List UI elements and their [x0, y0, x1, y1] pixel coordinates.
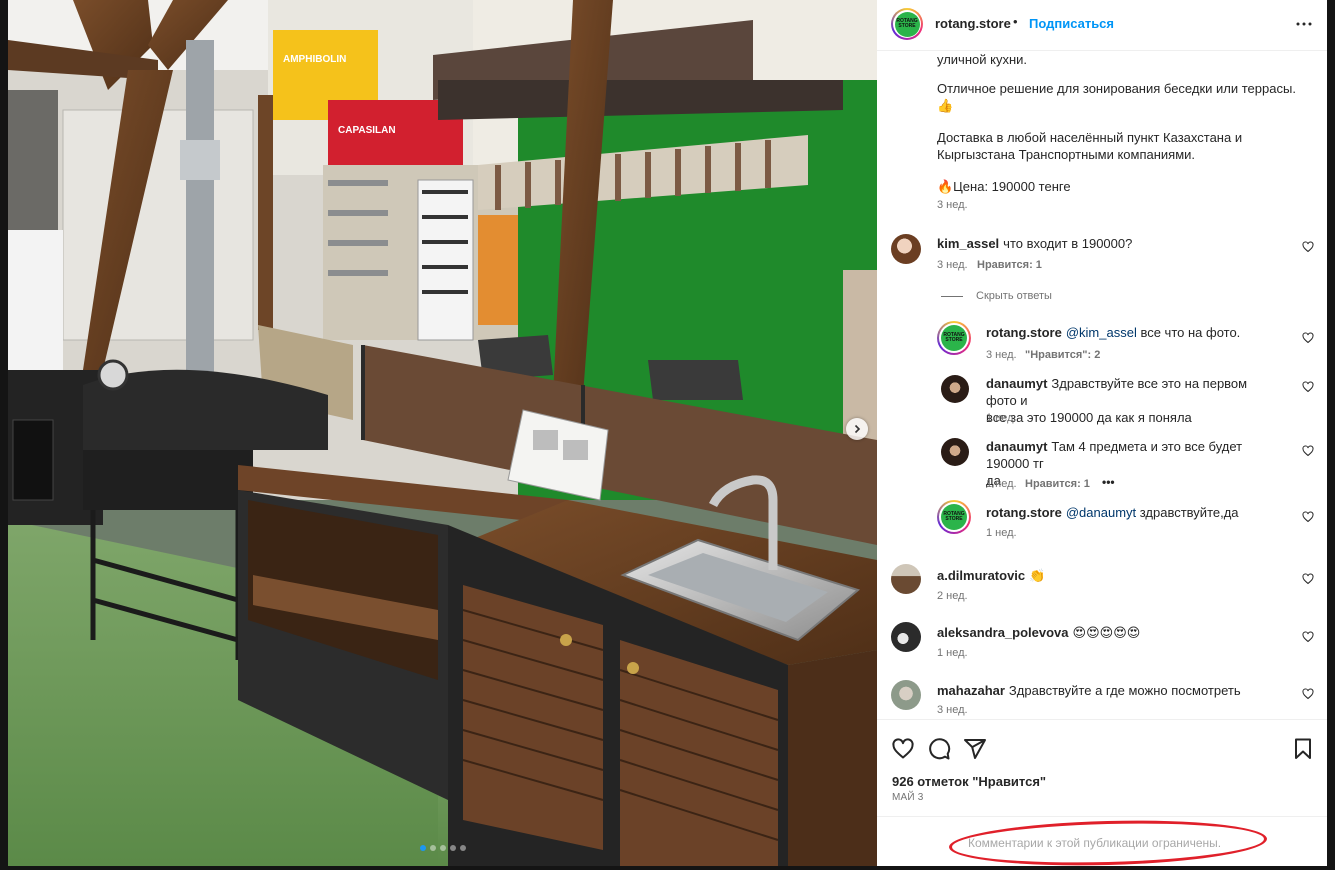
- comment-body: 😍😍😍😍😍: [1072, 625, 1141, 640]
- likes-count[interactable]: 926 отметок "Нравится": [892, 774, 1046, 789]
- avatar[interactable]: [891, 680, 921, 710]
- caption-line: 👍: [937, 98, 954, 113]
- reply-text: danaumyt Здравствуйте все это на первом ф…: [986, 375, 1276, 426]
- reply-text: rotang.store @danaumyt здравствуйте,да: [986, 504, 1239, 521]
- comment-text: kim_assel что входит в 190000?: [937, 235, 1132, 252]
- comments-restricted-bar: Комментарии к этой публикации ограничены…: [877, 816, 1327, 866]
- comment-likes[interactable]: "Нравится": 2: [1025, 349, 1100, 361]
- avatar[interactable]: [891, 564, 921, 594]
- like-icon[interactable]: [891, 737, 915, 761]
- like-comment-icon[interactable]: [1302, 445, 1314, 457]
- post-date: МАЙ 3: [892, 792, 924, 803]
- carousel-dot[interactable]: [419, 845, 426, 851]
- comment-text: mahazahar Здравствуйте а где можно посмот…: [937, 682, 1241, 699]
- comment-username[interactable]: a.dilmuratovic: [937, 568, 1025, 583]
- comment-body: 👏: [1029, 568, 1046, 583]
- post-photo[interactable]: AMPHIBOLIN CAPASILAN: [8, 0, 877, 866]
- carousel-dot[interactable]: [449, 845, 456, 851]
- avatar[interactable]: ROTANG STORE: [937, 321, 971, 355]
- rotang-logo: ROTANG STORE: [894, 11, 920, 37]
- comment-username[interactable]: danaumyt: [986, 439, 1047, 454]
- sign-text-1: AMPHIBOLIN: [283, 54, 346, 65]
- carousel-next-button[interactable]: [846, 418, 868, 440]
- comment-time[interactable]: 1 нед.: [937, 647, 968, 659]
- comment-likes[interactable]: Нравится: 1: [1025, 478, 1090, 490]
- post-header: ROTANG STORE rotang.store • Подписаться: [877, 0, 1327, 51]
- comments-scroll-area[interactable]: уличной кухни. Отличное решение для зони…: [877, 51, 1327, 719]
- mention-link[interactable]: @kim_assel: [1066, 325, 1137, 340]
- post-side-panel: ROTANG STORE rotang.store • Подписаться …: [877, 0, 1327, 866]
- like-comment-icon[interactable]: [1302, 381, 1314, 393]
- like-comment-icon[interactable]: [1302, 688, 1314, 700]
- avatar[interactable]: [891, 234, 921, 264]
- avatar[interactable]: [941, 438, 969, 466]
- comment-time[interactable]: 3 нед.: [986, 349, 1017, 361]
- share-icon[interactable]: [963, 737, 987, 761]
- rotang-logo: ROTANG STORE: [941, 504, 967, 530]
- comment-username[interactable]: kim_assel: [937, 236, 999, 251]
- save-bookmark-icon[interactable]: [1291, 737, 1315, 761]
- comment-body: Здравствуйте а где можно посмотреть: [1008, 683, 1241, 698]
- like-comment-icon[interactable]: [1302, 511, 1314, 523]
- comment-body: что входит в 190000?: [1003, 236, 1133, 251]
- caption-line: 🔥Цена: 190000 тенге: [937, 179, 1071, 194]
- comment-username[interactable]: rotang.store: [986, 505, 1062, 520]
- comment-icon[interactable]: [927, 737, 951, 761]
- caption-line: Доставка в любой населённый пункт Казахс…: [937, 130, 1243, 145]
- avatar[interactable]: [941, 375, 969, 403]
- comment-username[interactable]: danaumyt: [986, 376, 1047, 391]
- post-actions: 926 отметок "Нравится" МАЙ 3: [877, 719, 1327, 817]
- mention-link[interactable]: @danaumyt: [1066, 505, 1136, 520]
- comment-body: все что на фото.: [1136, 325, 1241, 340]
- rotang-logo: ROTANG STORE: [941, 325, 967, 351]
- carousel-dot[interactable]: [429, 845, 436, 851]
- comment-username[interactable]: rotang.store: [986, 325, 1062, 340]
- header-separator: •: [1013, 14, 1018, 29]
- sign-text-2: CAPASILAN: [338, 125, 396, 136]
- comment-text: aleksandra_polevova 😍😍😍😍😍: [937, 624, 1140, 641]
- comments-restricted-notice: Комментарии к этой публикации ограничены…: [968, 836, 1222, 850]
- caption-line: Кыргызстана Транспортными компаниями.: [937, 147, 1196, 162]
- comment-username[interactable]: aleksandra_polevova: [937, 625, 1069, 640]
- avatar[interactable]: ROTANG STORE: [937, 500, 971, 534]
- carousel-dot[interactable]: [439, 845, 446, 851]
- caption-time[interactable]: 3 нед.: [937, 199, 968, 211]
- carousel-dots: [8, 845, 877, 851]
- author-avatar[interactable]: ROTANG STORE: [891, 8, 923, 40]
- more-options-icon[interactable]: [1292, 12, 1316, 36]
- post-modal: AMPHIBOLIN CAPASILAN ROTANG STORE rotang…: [8, 0, 1327, 866]
- replies-divider: [941, 296, 963, 297]
- reply-text: rotang.store @kim_assel все что на фото.: [986, 324, 1240, 341]
- follow-button[interactable]: Подписаться: [1029, 16, 1114, 31]
- like-comment-icon[interactable]: [1302, 241, 1314, 253]
- hide-replies-button[interactable]: Скрыть ответы: [976, 290, 1052, 302]
- comment-time[interactable]: 3 нед.: [937, 704, 968, 716]
- comment-time[interactable]: 2 нед.: [937, 590, 968, 602]
- author-username[interactable]: rotang.store: [935, 16, 1011, 31]
- comment-likes[interactable]: Нравится: 1: [977, 259, 1042, 271]
- chevron-right-icon: [854, 424, 861, 434]
- caption-line: уличной кухни.: [937, 52, 1028, 67]
- comment-username[interactable]: mahazahar: [937, 683, 1005, 698]
- comment-text: a.dilmuratovic 👏: [937, 567, 1045, 584]
- comment-time[interactable]: 1 нед.: [986, 412, 1017, 424]
- like-comment-icon[interactable]: [1302, 332, 1314, 344]
- kitchen-photo-illustration: AMPHIBOLIN CAPASILAN: [8, 0, 877, 866]
- avatar[interactable]: [891, 622, 921, 652]
- comment-body: здравствуйте,да: [1136, 505, 1239, 520]
- comment-time[interactable]: 1 нед.: [986, 478, 1017, 490]
- comment-body-cont: все за это 190000 да как я поняла: [986, 410, 1192, 425]
- comment-time[interactable]: 1 нед.: [986, 527, 1017, 539]
- comment-more-button[interactable]: •••: [1102, 475, 1115, 489]
- carousel-dot[interactable]: [459, 845, 466, 851]
- like-comment-icon[interactable]: [1302, 631, 1314, 643]
- comment-time[interactable]: 3 нед.: [937, 259, 968, 271]
- like-comment-icon[interactable]: [1302, 573, 1314, 585]
